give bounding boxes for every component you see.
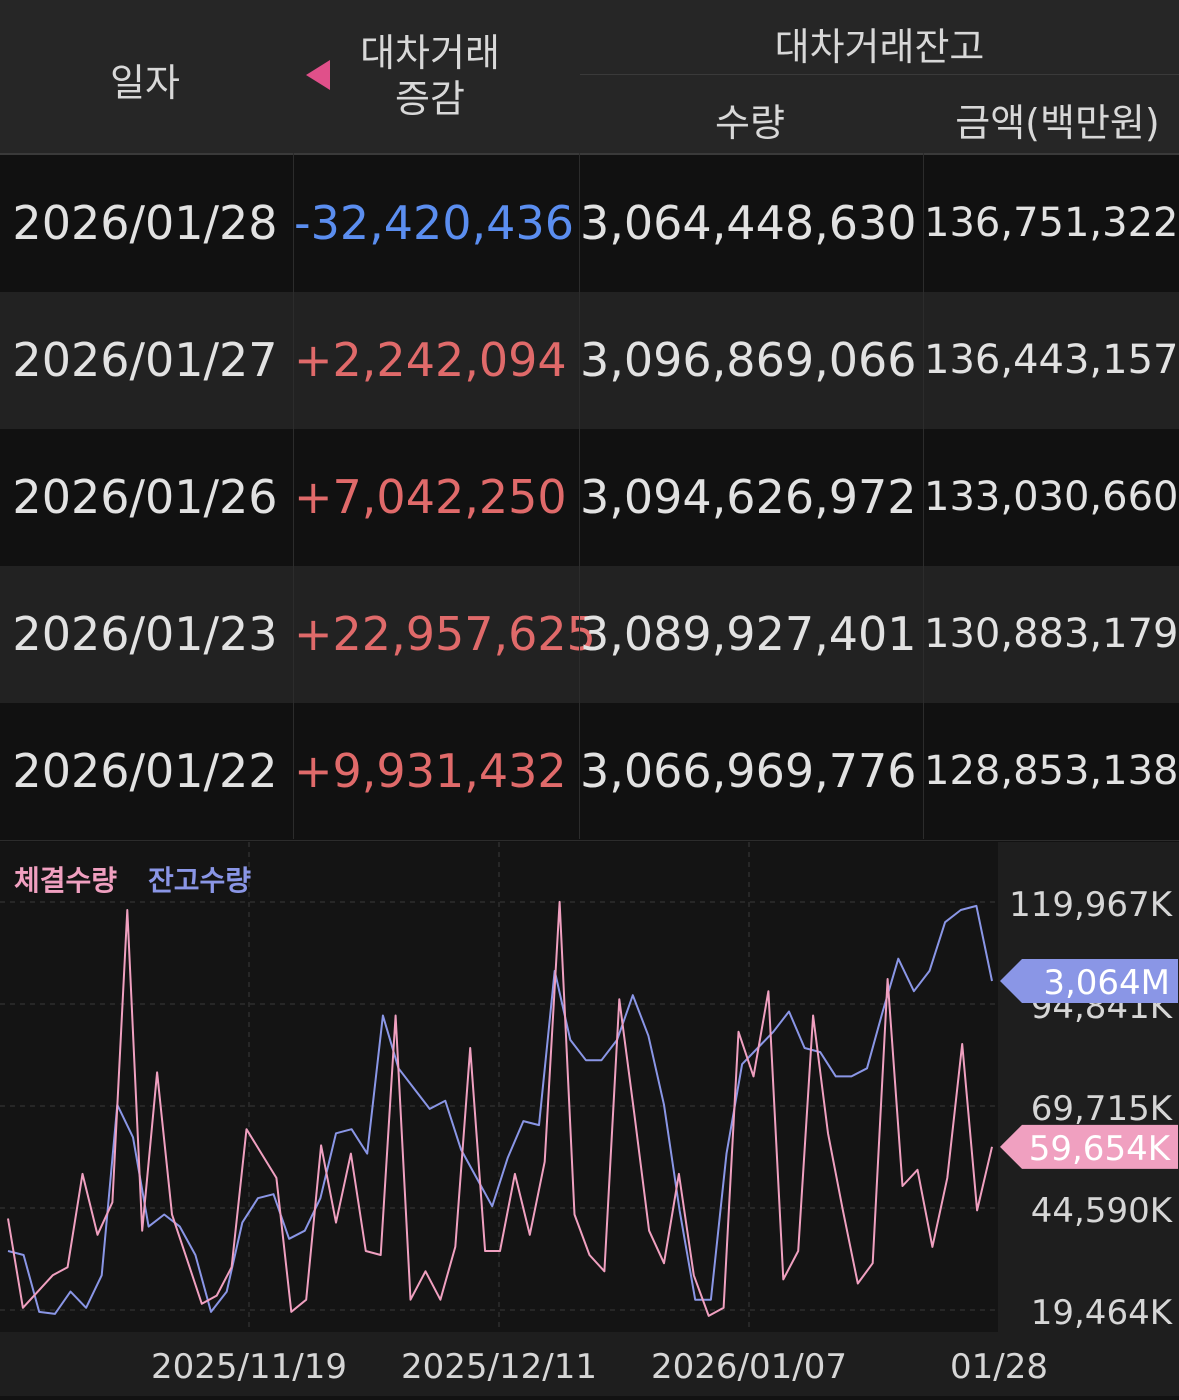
header-qty[interactable]: 수량	[640, 92, 860, 147]
header-balance-group: 대차거래잔고	[774, 25, 985, 69]
header-change[interactable]: 대차거래 증감	[330, 30, 530, 122]
table-header: 일자 대차거래 증감 대차거래잔고 수량 금액(백만원)	[0, 0, 1179, 155]
header-change-line1: 대차거래	[360, 31, 500, 75]
table-row[interactable]: 2026/01/27 +2,242,094 3,096,869,066 136,…	[0, 292, 1179, 430]
table-row[interactable]: 2026/01/26 +7,042,250 3,094,626,972 133,…	[0, 429, 1179, 567]
row-quantity: 3,096,869,066	[580, 333, 917, 387]
header-amount[interactable]: 금액(백만원)	[940, 92, 1175, 147]
column-divider	[923, 153, 924, 839]
row-change: +9,931,432	[294, 744, 567, 798]
row-amount: 128,853,138	[924, 748, 1179, 794]
column-divider	[293, 153, 294, 839]
header-change-line2: 증감	[395, 77, 465, 121]
x-tick-label: 2025/12/11	[401, 1347, 597, 1387]
row-amount: 136,751,322	[924, 200, 1179, 246]
chart-panel[interactable]: 119,967K 94,841K 69,715K 44,590K 19,464K 202…	[0, 842, 1179, 1396]
legend-item: 잔고수량	[148, 864, 251, 897]
row-date: 2026/01/28	[12, 196, 278, 250]
header-divider	[580, 74, 1179, 75]
x-axis-ticks: 2025/11/19 2025/12/11 2026/01/07 01/28	[151, 1347, 1048, 1387]
table-row[interactable]: 2026/01/28 -32,420,436 3,064,448,630 136…	[0, 155, 1179, 293]
header-date[interactable]: 일자	[0, 52, 290, 107]
y-tick-label: 119,967K	[1009, 885, 1174, 925]
row-date: 2026/01/26	[12, 470, 278, 524]
row-amount: 136,443,157	[924, 337, 1179, 383]
value-badge-label: 59,654K	[1029, 1129, 1172, 1169]
row-date: 2026/01/22	[12, 744, 278, 798]
value-badges: 3,064M 59,654K	[1000, 959, 1178, 1169]
table-row[interactable]: 2026/01/23 +22,957,625 3,089,927,401 130…	[0, 566, 1179, 704]
row-quantity: 3,094,626,972	[580, 470, 917, 524]
row-amount: 133,030,660	[924, 474, 1179, 520]
row-change: +22,957,625	[294, 607, 596, 661]
row-change: +2,242,094	[294, 333, 567, 387]
y-tick-label: 19,464K	[1031, 1293, 1174, 1333]
x-tick-label: 2025/11/19	[151, 1347, 347, 1387]
row-quantity: 3,064,448,630	[580, 196, 917, 250]
line-chart[interactable]: 119,967K94,841K69,715K44,590K19,464K 202…	[0, 842, 1179, 1396]
value-badge-label: 3,064M	[1043, 963, 1170, 1003]
column-divider	[579, 153, 580, 839]
row-change: +7,042,250	[294, 470, 567, 524]
row-date: 2026/01/27	[12, 333, 278, 387]
row-quantity: 3,066,969,776	[580, 744, 917, 798]
x-tick-label: 01/28	[950, 1347, 1048, 1387]
row-quantity: 3,089,927,401	[580, 607, 917, 661]
sort-indicator-icon[interactable]	[306, 60, 330, 90]
row-change: -32,420,436	[294, 196, 574, 250]
x-tick-label: 2026/01/07	[651, 1347, 847, 1387]
row-date: 2026/01/23	[12, 607, 278, 661]
y-axis-ticks: 119,967K94,841K69,715K44,590K19,464K	[1009, 885, 1174, 1333]
table-row[interactable]: 2026/01/22 +9,931,432 3,066,969,776 128,…	[0, 703, 1179, 841]
y-tick-label: 44,590K	[1031, 1191, 1174, 1231]
legend-item: 체결수량	[14, 864, 117, 897]
y-tick-label: 69,715K	[1031, 1089, 1174, 1129]
row-amount: 130,883,179	[924, 611, 1179, 657]
